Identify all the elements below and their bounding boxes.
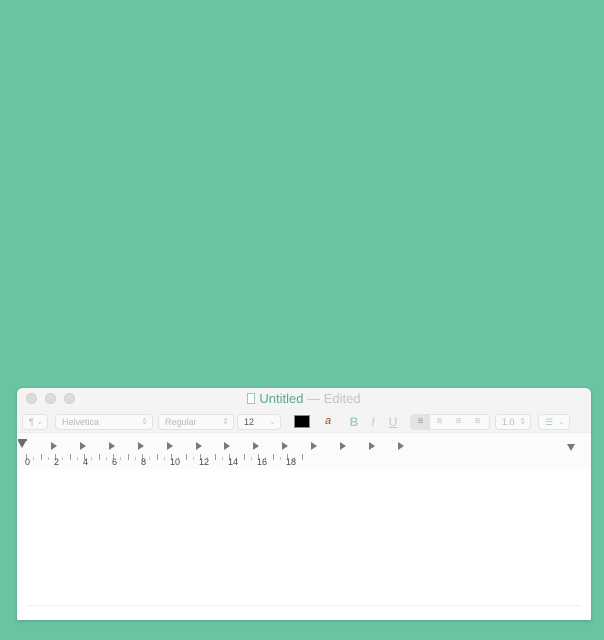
window-title: Untitled — Edited: [17, 391, 591, 406]
tab-stop-marker[interactable]: [108, 442, 115, 450]
tab-stop-marker[interactable]: [195, 442, 202, 450]
align-justify-icon: ≡: [474, 416, 481, 427]
chevron-down-icon: ⌄: [36, 417, 43, 426]
text-color-well[interactable]: [294, 415, 310, 428]
ruler-minor-tick: [221, 457, 223, 460]
title-bar[interactable]: Untitled — Edited: [17, 388, 591, 410]
left-indent-marker[interactable]: [18, 441, 26, 448]
ruler-number: 2: [54, 457, 60, 467]
align-left-button[interactable]: ≡: [411, 415, 430, 429]
ruler-number: 16: [257, 457, 268, 467]
ruler-major-tick: [214, 454, 216, 460]
highlight-color-button[interactable]: a: [319, 414, 337, 429]
tab-stop-marker[interactable]: [311, 442, 318, 450]
ruler-minor-tick: [163, 457, 165, 460]
ruler-minor-tick: [192, 457, 194, 460]
document-icon: [247, 393, 256, 404]
ruler-minor-tick: [149, 457, 151, 460]
tab-stop-marker[interactable]: [137, 442, 144, 450]
updown-chevron-icon: ⇕: [222, 417, 229, 426]
document-text-area[interactable]: [17, 469, 591, 620]
ruler-number: 18: [286, 457, 297, 467]
edited-status: Edited: [323, 391, 361, 406]
ruler-minor-tick: [250, 457, 252, 460]
bottom-divider: [27, 605, 581, 606]
right-indent-marker[interactable]: [567, 444, 575, 451]
font-style-value: Regular: [165, 417, 197, 427]
align-justify-button[interactable]: ≡: [468, 415, 487, 429]
align-center-button[interactable]: ≡: [430, 415, 449, 429]
format-toolbar: ¶ ⌄ Helvetica ⇕ Regular ⇕ 12 ⌄ a B I U ≡ ≡ ≡…: [17, 410, 591, 432]
tab-stop-marker[interactable]: [166, 442, 173, 450]
tab-stop-marker[interactable]: [368, 442, 375, 450]
italic-icon: I: [371, 415, 375, 429]
ruler-minor-tick: [62, 457, 64, 460]
font-family-popup[interactable]: Helvetica ⇕: [55, 414, 153, 430]
line-spacing-value: 1.0: [502, 417, 515, 427]
underline-button[interactable]: U: [385, 414, 401, 430]
tab-stop-marker[interactable]: [340, 442, 346, 450]
tab-stop-marker[interactable]: [397, 442, 404, 450]
font-size-combo[interactable]: 12 ⌄: [237, 414, 281, 430]
italic-button[interactable]: I: [365, 414, 381, 430]
paragraph-icon: ¶: [29, 417, 34, 427]
ruler-number: 6: [112, 457, 118, 467]
ruler-minor-tick: [33, 457, 35, 460]
ruler-minor-tick: [279, 457, 281, 460]
chevron-down-icon: ⌄: [269, 417, 276, 426]
title-text: Untitled: [259, 391, 304, 406]
tab-stop-marker[interactable]: [224, 442, 231, 450]
ruler-minor-tick: [134, 457, 136, 460]
ruler-major-tick: [127, 454, 129, 460]
ruler-major-tick: [301, 454, 303, 460]
align-right-icon: ≡: [455, 416, 462, 427]
updown-chevron-icon: ⇕: [519, 417, 526, 426]
font-style-popup[interactable]: Regular ⇕: [158, 414, 234, 430]
desktop-background: { "window": { "title": "Untitled", "sepa…: [0, 0, 604, 640]
bold-button[interactable]: B: [346, 414, 362, 430]
ruler-major-tick: [272, 454, 274, 460]
ruler-number: 14: [228, 457, 239, 467]
ruler[interactable]: 0 2 4 6 8 10 12 14 16 18: [17, 432, 591, 470]
font-size-value: 12: [244, 417, 255, 427]
ruler-major-tick: [69, 454, 71, 460]
ruler-number: 10: [170, 457, 181, 467]
underline-icon: U: [388, 415, 398, 429]
ruler-major-tick: [40, 454, 42, 460]
align-left-icon: ≡: [417, 416, 424, 427]
bold-icon: B: [349, 415, 359, 429]
alignment-group: ≡ ≡ ≡ ≡: [410, 414, 490, 430]
ruler-number: 4: [83, 457, 89, 467]
line-spacing-popup[interactable]: 1.0 ⇕: [495, 414, 531, 430]
list-icon: ☰: [545, 417, 554, 427]
ruler-minor-tick: [47, 457, 49, 460]
tab-stop-marker[interactable]: [79, 442, 86, 450]
tab-stop-marker[interactable]: [253, 442, 260, 450]
tab-stop-marker[interactable]: [282, 442, 289, 450]
ruler-minor-tick: [105, 457, 107, 460]
ruler-major-tick: [98, 454, 100, 460]
title-separator: —: [307, 391, 321, 406]
list-bullets-popup[interactable]: ☰ ⌄: [538, 414, 570, 430]
ruler-minor-tick: [76, 457, 78, 460]
ruler-major-tick: [243, 454, 245, 460]
ruler-number: 8: [141, 457, 147, 467]
ruler-major-tick: [156, 454, 158, 460]
paragraph-styles-button[interactable]: ¶ ⌄: [22, 414, 48, 430]
ruler-minor-tick: [120, 457, 122, 460]
chevron-down-icon: ⌄: [558, 417, 565, 426]
updown-chevron-icon: ⇕: [141, 417, 148, 426]
ruler-number: 12: [199, 457, 210, 467]
align-right-button[interactable]: ≡: [449, 415, 468, 429]
ruler-minor-tick: [91, 457, 93, 460]
font-family-value: Helvetica: [62, 417, 100, 427]
ruler-number: 0: [25, 457, 31, 467]
align-center-icon: ≡: [436, 416, 443, 427]
highlight-icon: a: [324, 415, 332, 427]
ruler-major-tick: [185, 454, 187, 460]
textedit-window: Untitled — Edited ¶ ⌄ Helvetica ⇕ Regular ⇕…: [17, 388, 591, 620]
tab-stop-marker[interactable]: [51, 442, 57, 450]
